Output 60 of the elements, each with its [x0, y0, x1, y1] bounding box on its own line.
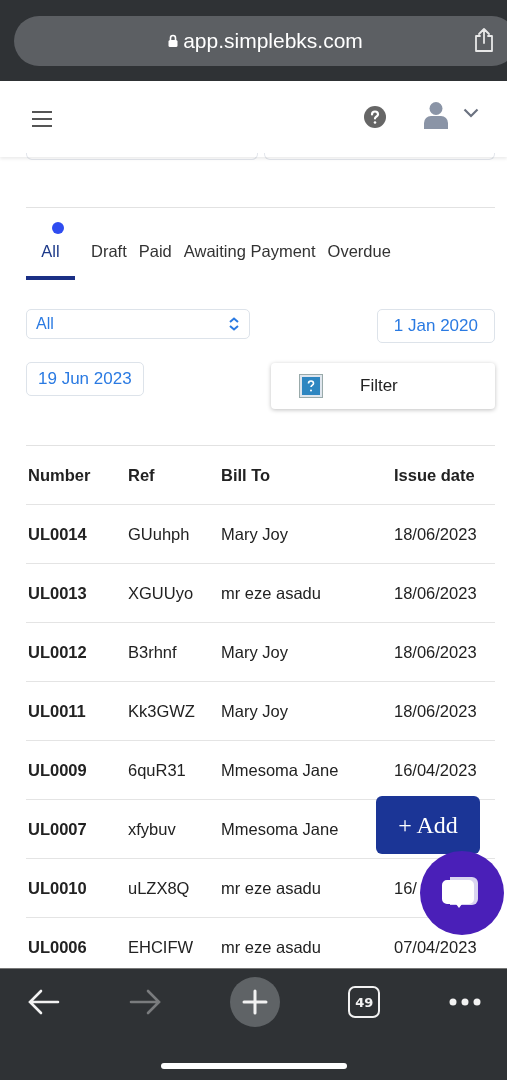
start-date-field[interactable]: 1 Jan 2020 [376, 309, 495, 343]
filter-tab[interactable]: Awaiting Payment [183, 228, 316, 280]
menu-icon[interactable] [31, 110, 53, 128]
url-text: app.simplebks.com [183, 28, 363, 53]
table-cell: 18/06/2023 [394, 583, 477, 603]
new-tab-icon[interactable] [229, 977, 280, 1027]
filter-tab[interactable]: Overdue [327, 228, 391, 280]
share-icon[interactable] [473, 26, 495, 53]
table-cell-text: UL0010 [27, 878, 88, 898]
table-cell-text: EHCIFW [128, 937, 195, 957]
table-cell: 16/04/2023 [394, 760, 477, 780]
table-cell-text: Mary Joy [221, 701, 289, 721]
filter-tab[interactable]: Paid [138, 228, 172, 280]
forward-arrow-icon[interactable] [128, 989, 161, 1015]
table-cell-text: UL0007 [27, 819, 88, 839]
filter-button[interactable]: Filter [271, 363, 495, 409]
column-header: Issue date [394, 465, 475, 485]
table-cell: 18/06/2023 [394, 642, 477, 662]
add-button[interactable]: + Add [376, 796, 480, 854]
help-icon[interactable] [363, 105, 387, 129]
table-cell: 18/06/2023 [394, 524, 477, 544]
table-cell-text: UL0012 [27, 642, 88, 662]
table-cell-text: Mmesoma Jane [221, 819, 340, 839]
table-cell-text: mr eze asadu [221, 878, 322, 898]
table-cell-text: B3rhnf [128, 642, 178, 662]
table-cell-text: xfybuv [128, 819, 177, 839]
table-cell-text: Mary Joy [221, 642, 289, 662]
column-header: Number [27, 465, 92, 485]
table-cell-text: mr eze asadu [221, 937, 322, 957]
table-cell-text: UL0013 [27, 583, 88, 603]
table-cell-text: XGUUyo [128, 583, 195, 603]
table-cell-text: GUuhph [128, 524, 191, 544]
table-cell-text: UL0014 [27, 524, 88, 544]
table-cell-text: Mmesoma Jane [221, 760, 340, 780]
lock-icon [168, 34, 179, 47]
chevron-down-icon[interactable] [463, 108, 479, 118]
filter-tab[interactable]: All [26, 218, 75, 280]
column-header: Bill To [221, 465, 272, 485]
user-icon[interactable] [424, 101, 448, 129]
table-cell: 16/ [394, 878, 417, 898]
table-cell-text: Mary Joy [221, 524, 289, 544]
table-cell-text: UL0011 [27, 701, 87, 721]
table-cell-text: Kk3GWZ [128, 701, 196, 721]
column-header: Ref [128, 465, 156, 485]
more-icon[interactable] [449, 998, 481, 1006]
table-cell: 18/06/2023 [394, 701, 477, 721]
table-cell-text: 6quR31 [128, 760, 187, 780]
end-date-field[interactable]: 19 Jun 2023 [26, 362, 144, 396]
tab-count-button[interactable]: 49 [348, 986, 381, 1018]
table-cell-text: mr eze asadu [221, 583, 322, 603]
table-cell: 07/04/2023 [394, 937, 477, 957]
status-select[interactable]: All [26, 309, 250, 339]
address-bar[interactable]: app.simplebks.com [14, 15, 507, 66]
table-cell-text: UL0006 [27, 937, 88, 957]
question-mark-icon [299, 374, 323, 398]
sort-arrows-icon [228, 317, 240, 331]
table-cell-text: UL0009 [27, 760, 88, 780]
back-arrow-icon[interactable] [28, 989, 60, 1015]
filter-tab[interactable]: Draft [91, 228, 127, 280]
table-cell-text: uLZX8Q [128, 878, 191, 898]
